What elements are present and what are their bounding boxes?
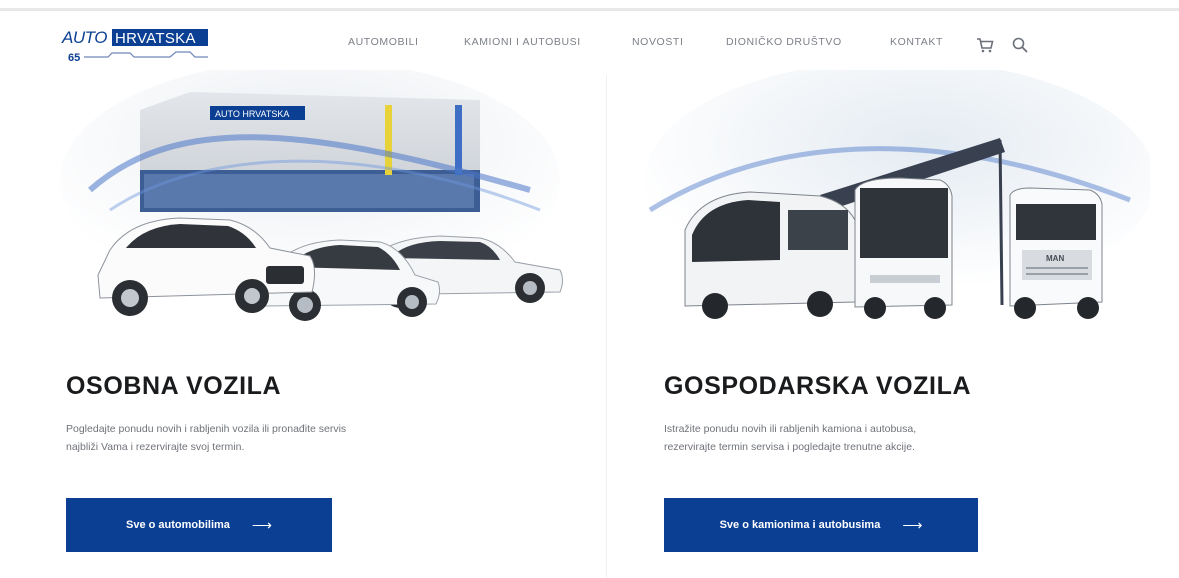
nav-item-automobili[interactable]: AUTOMOBILI <box>348 36 419 48</box>
city-bus <box>854 177 953 319</box>
truck-badge-text: MAN <box>1046 254 1064 263</box>
main-navigation: AUTOMOBILI KAMIONI I AUTOBUSI NOVOSTI DI… <box>0 36 1179 54</box>
coach-bus <box>684 191 856 319</box>
column-divider <box>606 75 607 578</box>
search-icon[interactable] <box>1011 36 1029 54</box>
arrow-right-icon: ⟶ <box>251 516 272 533</box>
passenger-cars-image[interactable]: AUTO HRVATSKA <box>60 70 580 355</box>
man-truck: MAN <box>1009 187 1103 319</box>
commercial-vehicles-image[interactable]: MAN <box>630 70 1150 355</box>
trucks-buses-cta-button[interactable]: Sve o kamionima i autobusima ⟶ <box>664 498 978 552</box>
cars-cta-label: Sve o automobilima <box>126 519 230 531</box>
top-border <box>0 8 1179 11</box>
trucks-buses-cta-label: Sve o kamionima i autobusima <box>719 519 881 531</box>
section-title-osobna-vozila: OSOBNA VOZILA <box>66 372 282 400</box>
building-sign-text: AUTO HRVATSKA <box>215 109 289 119</box>
cart-icon[interactable] <box>976 36 994 54</box>
section-description-osobna-vozila: Pogledajte ponudu novih i rabljenih vozi… <box>66 423 347 453</box>
section-description-gospodarska-vozila: Istražite ponudu novih ili rabljenih kam… <box>664 423 917 453</box>
nav-item-dionicko-drustvo[interactable]: DIONIČKO DRUŠTVO <box>726 36 842 48</box>
cars-cta-button[interactable]: Sve o automobilima ⟶ <box>66 498 332 552</box>
nav-item-novosti[interactable]: NOVOSTI <box>632 36 683 48</box>
arrow-right-icon: ⟶ <box>902 516 923 533</box>
section-title-gospodarska-vozila: GOSPODARSKA VOZILA <box>664 372 972 400</box>
nav-item-kontakt[interactable]: KONTAKT <box>890 36 943 48</box>
nav-item-kamioni-i-autobusi[interactable]: KAMIONI I AUTOBUSI <box>464 36 581 48</box>
